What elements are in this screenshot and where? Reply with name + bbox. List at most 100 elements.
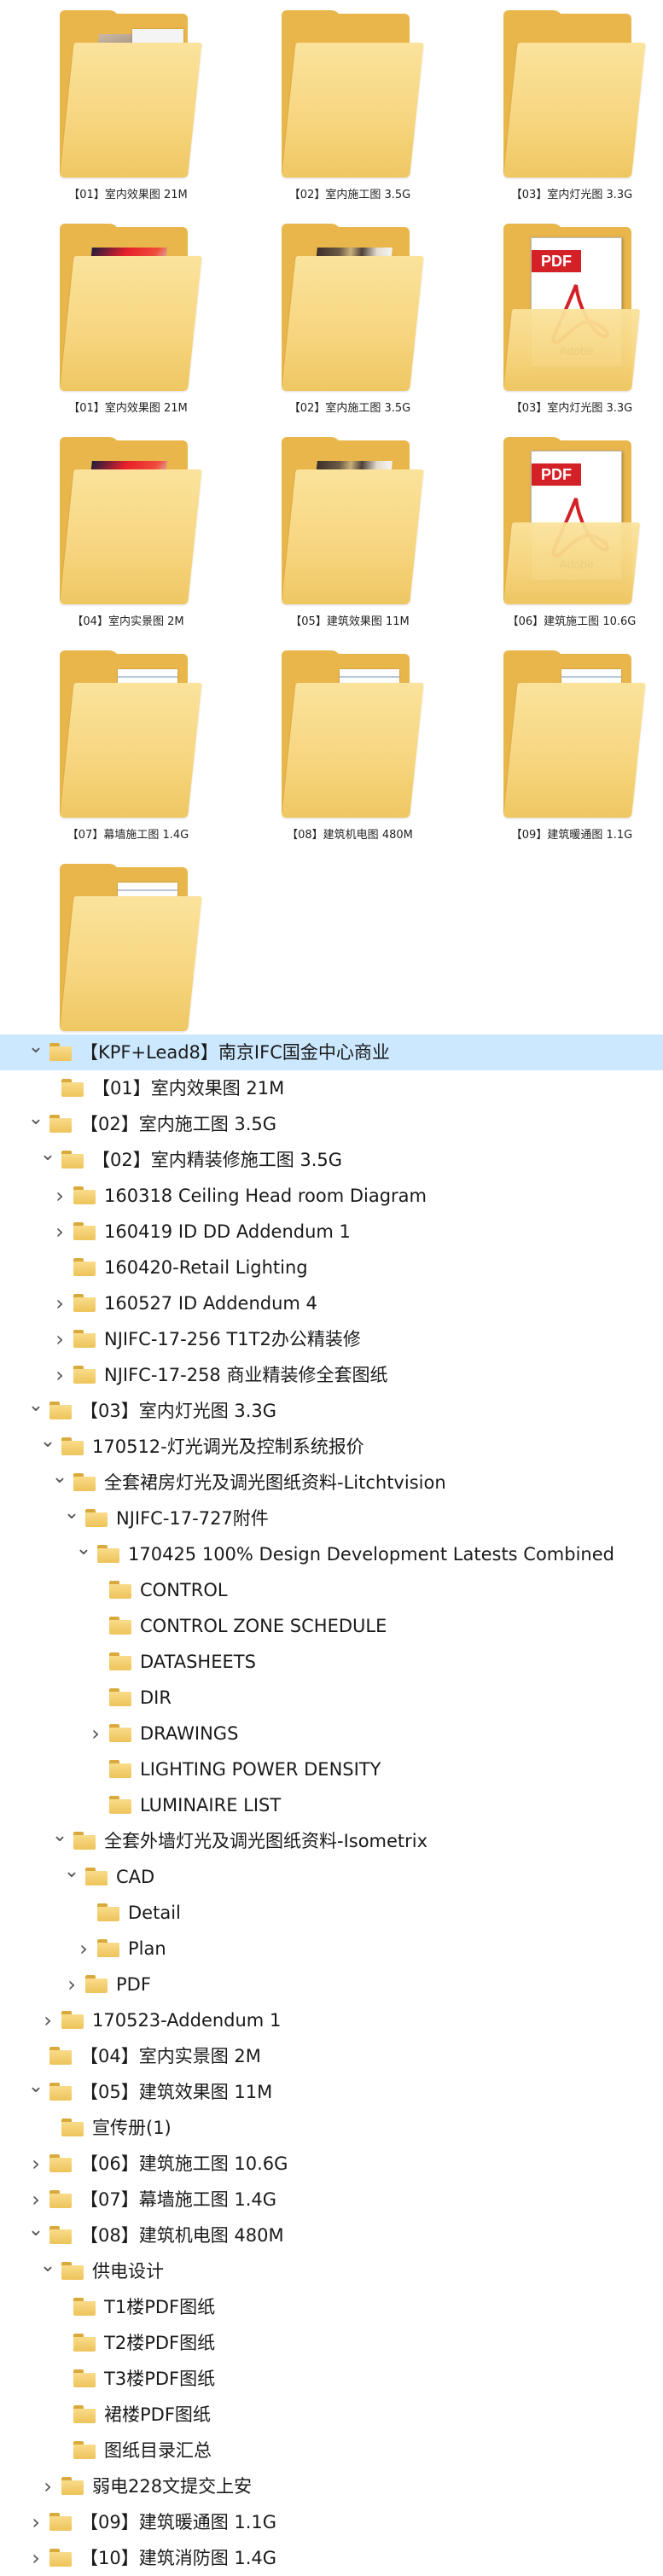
folder-tile[interactable]: 【09】建筑暖通图 1.1G xyxy=(486,650,663,864)
chevron-right-icon[interactable]: › xyxy=(63,1967,80,2002)
folder-icon xyxy=(109,1724,131,1742)
folder-tile-label: 【03】室内灯光图 3.3G xyxy=(510,402,633,415)
chevron-down-icon[interactable]: ⌄ xyxy=(39,1142,56,1178)
chevron-down-icon[interactable]: ⌄ xyxy=(63,1501,80,1536)
folder-tile[interactable]: PDFAdobe 【06】建筑施工图 10.6G xyxy=(486,437,663,650)
folder-tile[interactable]: 【08】建筑机电图 480M xyxy=(265,650,452,864)
tree-row[interactable]: 160420-Retail Lighting xyxy=(0,1250,663,1285)
chevron-down-icon[interactable]: ⌄ xyxy=(27,2074,44,2110)
tree-row[interactable]: ⌄ 【02】室内精装修施工图 3.5G xyxy=(0,1142,663,1178)
chevron-right-icon[interactable]: › xyxy=(27,2182,44,2218)
chevron-right-icon[interactable]: › xyxy=(27,2540,44,2576)
folder-tile[interactable]: 【05】建筑效果图 11M xyxy=(265,437,452,650)
folder-icon xyxy=(109,1581,131,1599)
folder-tile[interactable]: 【03】室内灯光图 3.3G xyxy=(486,10,663,224)
chevron-down-icon[interactable]: ⌄ xyxy=(51,1823,68,1859)
tree-row[interactable]: › 【09】建筑暖通图 1.1G xyxy=(0,2504,663,2540)
folder-icon xyxy=(61,2477,84,2495)
folder-icon xyxy=(109,1652,131,1670)
folder-tile[interactable]: 【01】室内效果图 21M xyxy=(43,10,230,224)
chevron-placeholder xyxy=(87,1608,104,1644)
chevron-right-icon[interactable]: › xyxy=(51,1357,68,1393)
chevron-right-icon[interactable]: › xyxy=(51,1321,68,1357)
tree-row[interactable]: T2楼PDF图纸 xyxy=(0,2325,663,2361)
chevron-right-icon[interactable]: › xyxy=(39,2468,56,2504)
tree-row[interactable]: ⌄ 【03】室内灯光图 3.3G xyxy=(0,1393,663,1429)
tree-row[interactable]: ⌄ 【KPF+Lead8】南京IFC国金中心商业 xyxy=(0,1034,663,1070)
folder-render-thumb-icon xyxy=(60,10,202,181)
chevron-right-icon[interactable]: › xyxy=(27,2504,44,2540)
tree-row[interactable]: ⌄ 【05】建筑效果图 11M xyxy=(0,2074,663,2110)
chevron-placeholder xyxy=(39,1070,56,1106)
tree-row-label: T1楼PDF图纸 xyxy=(104,2297,216,2317)
tree-row[interactable]: 【01】室内效果图 21M xyxy=(0,1070,663,1106)
tree-row[interactable]: › DRAWINGS xyxy=(0,1716,663,1751)
chevron-right-icon[interactable]: › xyxy=(87,1716,104,1751)
tree-row[interactable]: › Plan xyxy=(0,1931,663,1967)
folder-tile[interactable]: 【02】室内施工图 3.5G xyxy=(265,224,452,437)
folder-drawing-thumb-icon xyxy=(282,224,424,394)
tree-row[interactable]: ⌄ 170425 100% Design Development Latests … xyxy=(0,1536,663,1572)
tree-row[interactable]: 【04】室内实景图 2M xyxy=(0,2038,663,2074)
chevron-down-icon[interactable]: ⌄ xyxy=(39,1429,56,1465)
chevron-down-icon[interactable]: ⌄ xyxy=(27,2218,44,2253)
tree-row[interactable]: Detail xyxy=(0,1895,663,1931)
tree-row-label: 【10】建筑消防图 1.4G xyxy=(80,2548,277,2568)
tree-row[interactable]: › 弱电228文提交上安 xyxy=(0,2468,663,2504)
tree-row[interactable]: CONTROL xyxy=(0,1572,663,1608)
folder-tile[interactable]: 【04】室内实景图 2M xyxy=(43,437,230,650)
tree-row[interactable]: CONTROL ZONE SCHEDULE xyxy=(0,1608,663,1644)
tree-row[interactable]: T1楼PDF图纸 xyxy=(0,2289,663,2325)
tree-row[interactable]: › 【07】幕墙施工图 1.4G xyxy=(0,2182,663,2218)
tree-row[interactable]: DATASHEETS xyxy=(0,1644,663,1680)
chevron-down-icon[interactable]: ⌄ xyxy=(39,2253,56,2289)
chevron-down-icon[interactable]: ⌄ xyxy=(27,1034,44,1070)
tree-row[interactable]: › PDF xyxy=(0,1967,663,2002)
tree-row[interactable]: › 【06】建筑施工图 10.6G xyxy=(0,2146,663,2182)
chevron-right-icon[interactable]: › xyxy=(51,1178,68,1214)
tree-row[interactable]: ⌄ 【08】建筑机电图 480M xyxy=(0,2218,663,2253)
folder-icon xyxy=(109,1617,131,1635)
tree-row[interactable]: ⌄ 【02】室内施工图 3.5G xyxy=(0,1106,663,1142)
chevron-right-icon[interactable]: › xyxy=(39,2002,56,2038)
tree-row[interactable]: ⌄ 全套裙房灯光及调光图纸资料-Litchtvision xyxy=(0,1465,663,1501)
tree-row[interactable]: › NJIFC-17-258 商业精装修全套图纸 xyxy=(0,1357,663,1393)
tree-row[interactable]: LIGHTING POWER DENSITY xyxy=(0,1751,663,1787)
tree-row-label: PDF xyxy=(116,1974,151,1995)
tree-row[interactable]: 宣传册(1) xyxy=(0,2110,663,2146)
chevron-down-icon[interactable]: ⌄ xyxy=(63,1859,80,1895)
tree-row[interactable]: DIR xyxy=(0,1680,663,1716)
tree-row[interactable]: LUMINAIRE LIST xyxy=(0,1787,663,1823)
chevron-right-icon[interactable]: › xyxy=(75,1931,92,1967)
tree-row[interactable]: ⌄ NJIFC-17-727附件 xyxy=(0,1501,663,1536)
tree-row[interactable]: 裙楼PDF图纸 xyxy=(0,2397,663,2433)
chevron-down-icon[interactable]: ⌄ xyxy=(51,1465,68,1501)
tree-row[interactable]: ⌄ 170512-灯光调光及控制系统报价 xyxy=(0,1429,663,1465)
folder-tile[interactable]: PDFAdobe 【03】室内灯光图 3.3G xyxy=(486,224,663,437)
tree-row[interactable]: › 【10】建筑消防图 1.4G xyxy=(0,2540,663,2576)
tree-row[interactable]: › 160527 ID Addendum 4 xyxy=(0,1285,663,1321)
tree-row[interactable]: ⌄ CAD xyxy=(0,1859,663,1895)
folder-icon xyxy=(49,1115,72,1133)
folder-tile[interactable]: 【02】室内施工图 3.5G xyxy=(265,10,452,224)
tree-row[interactable]: ⌄ 供电设计 xyxy=(0,2253,663,2289)
tree-row[interactable]: › 160318 Ceiling Head room Diagram xyxy=(0,1178,663,1214)
tree-row[interactable]: 图纸目录汇总 xyxy=(0,2433,663,2468)
tree-row[interactable]: T3楼PDF图纸 xyxy=(0,2361,663,2397)
tree-row[interactable]: › NJIFC-17-256 T1T2办公精装修 xyxy=(0,1321,663,1357)
chevron-placeholder xyxy=(51,2397,68,2433)
chevron-right-icon[interactable]: › xyxy=(51,1285,68,1321)
folder-icon xyxy=(49,2154,72,2172)
chevron-down-icon[interactable]: ⌄ xyxy=(27,1106,44,1142)
folder-icon xyxy=(73,1832,96,1850)
tree-row[interactable]: › 160419 ID DD Addendum 1 xyxy=(0,1214,663,1250)
folder-ifc-thumb-icon xyxy=(60,437,202,608)
tree-row[interactable]: › 170523-Addendum 1 xyxy=(0,2002,663,2038)
chevron-down-icon[interactable]: ⌄ xyxy=(75,1536,92,1572)
tree-row[interactable]: ⌄ 全套外墙灯光及调光图纸资料-Isometrix xyxy=(0,1823,663,1859)
chevron-down-icon[interactable]: ⌄ xyxy=(27,1393,44,1429)
chevron-right-icon[interactable]: › xyxy=(27,2146,44,2182)
folder-tile[interactable]: 【01】室内效果图 21M xyxy=(43,224,230,437)
chevron-right-icon[interactable]: › xyxy=(51,1214,68,1250)
folder-tile[interactable]: 【07】幕墙施工图 1.4G xyxy=(43,650,230,864)
